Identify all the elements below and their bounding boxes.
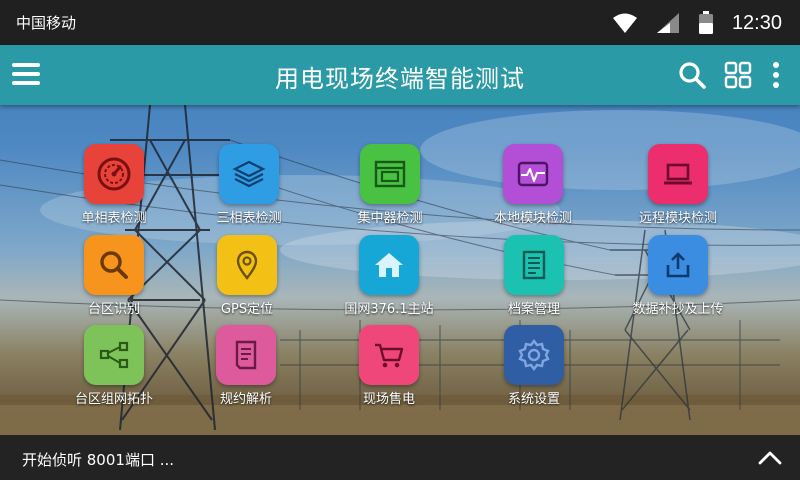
tile-remote-module[interactable]: 远程模块检测 <box>613 144 743 226</box>
tile-label: 规约解析 <box>219 392 272 407</box>
laptop-icon <box>664 163 692 185</box>
tile-three-phase-meter[interactable]: 三相表检测 <box>184 144 314 226</box>
location-pin-icon <box>236 250 258 280</box>
tile-label: 本地模块检测 <box>493 211 572 226</box>
tile-data-supplement-upload[interactable]: 数据补抄及上传 <box>613 235 743 317</box>
tile-icon-bg <box>219 144 279 204</box>
tile-icon-bg <box>217 235 277 295</box>
waveform-monitor-icon <box>517 161 549 187</box>
search-icon[interactable] <box>678 61 706 89</box>
document-icon <box>522 250 546 280</box>
tile-icon-bg <box>216 325 276 385</box>
gauge-icon <box>97 157 131 191</box>
more-vertical-icon[interactable] <box>770 61 782 89</box>
notes-icon <box>235 340 257 370</box>
gear-icon <box>518 339 550 371</box>
tile-icon-bg <box>648 144 708 204</box>
bottom-status-bar: 开始侦听 8001端口 ... <box>0 435 800 480</box>
tile-label: 系统设置 <box>507 392 560 407</box>
cart-icon <box>375 343 404 368</box>
grid-view-icon[interactable] <box>724 61 752 89</box>
tile-network-topology[interactable]: 台区组网拓扑 <box>49 325 179 407</box>
wifi-icon <box>612 13 637 33</box>
cell-signal-icon <box>656 13 679 33</box>
tile-label: 远程模块检测 <box>638 211 717 226</box>
tile-icon-bg <box>504 235 564 295</box>
tile-icon-bg <box>84 325 144 385</box>
status-icons: 12:30 <box>612 8 782 38</box>
carrier-name: 中国移动 <box>16 14 77 32</box>
tile-sgcc-master-station[interactable]: 国网376.1主站 <box>324 235 454 317</box>
tile-system-settings[interactable]: 系统设置 <box>469 325 599 407</box>
upload-icon <box>666 252 690 278</box>
tile-icon-bg <box>359 235 419 295</box>
tile-on-site-electricity-sales[interactable]: 现场售电 <box>324 325 454 407</box>
magnifier-icon <box>100 251 128 279</box>
tile-gps[interactable]: GPS定位 <box>182 235 312 317</box>
app-bar: 用电现场终端智能测试 <box>0 45 800 105</box>
tile-icon-bg <box>360 144 420 204</box>
tile-label: 单相表检测 <box>81 211 147 226</box>
clock: 12:30 <box>731 11 782 34</box>
tile-label: 台区组网拓扑 <box>74 392 153 407</box>
layers-icon <box>232 160 266 188</box>
tile-icon-bg <box>648 235 708 295</box>
tile-label: 数据补抄及上传 <box>632 302 724 317</box>
tile-label: GPS定位 <box>220 302 274 317</box>
tile-label: 集中器检测 <box>357 211 423 226</box>
tile-concentrator[interactable]: 集中器检测 <box>325 144 455 226</box>
tile-icon-bg <box>84 235 144 295</box>
tile-label: 台区识别 <box>87 302 140 317</box>
battery-icon <box>698 11 713 34</box>
tile-icon-bg <box>503 144 563 204</box>
function-grid: 单相表检测 三相表检测 集中器检测 本地模块检测 远程模块检测 台区识别 GPS… <box>0 105 800 435</box>
tile-protocol-parsing[interactable]: 规约解析 <box>181 325 311 407</box>
tile-icon-bg <box>359 325 419 385</box>
tile-label: 现场售电 <box>362 392 415 407</box>
tile-archive-management[interactable]: 档案管理 <box>469 235 599 317</box>
listen-status-message: 开始侦听 8001端口 ... <box>22 451 175 469</box>
tile-icon-bg <box>504 325 564 385</box>
status-bar: 中国移动 12:30 <box>0 0 800 45</box>
chevron-up-icon[interactable] <box>758 448 782 468</box>
concentrator-icon <box>374 160 406 188</box>
share-icon <box>99 341 129 369</box>
tile-icon-bg <box>84 144 144 204</box>
tile-label: 档案管理 <box>507 302 560 317</box>
tile-label: 三相表检测 <box>216 211 282 226</box>
tile-local-module[interactable]: 本地模块检测 <box>468 144 598 226</box>
tile-label: 国网376.1主站 <box>344 302 434 317</box>
tile-area-identification[interactable]: 台区识别 <box>49 235 179 317</box>
app-bar-actions <box>678 61 782 89</box>
home-icon <box>375 253 403 277</box>
tile-single-phase-meter[interactable]: 单相表检测 <box>49 144 179 226</box>
